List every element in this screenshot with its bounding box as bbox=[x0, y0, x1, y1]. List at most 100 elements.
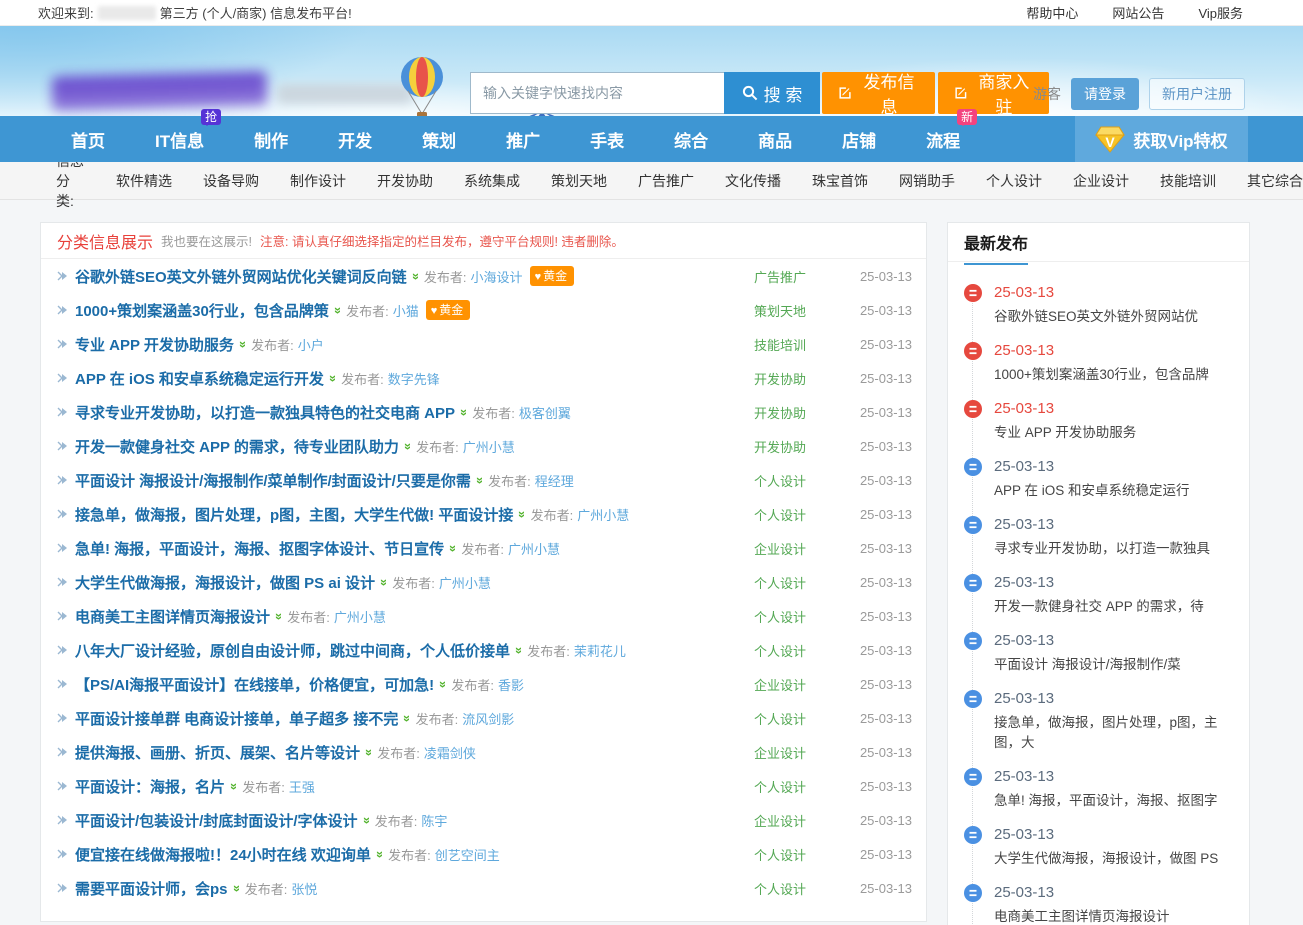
panel-subtitle-gray[interactable]: 我也要在这展示! bbox=[161, 231, 252, 250]
category-link[interactable]: 文化传播 bbox=[725, 171, 781, 191]
listing-category-link[interactable]: 技能培训 bbox=[754, 335, 826, 354]
publisher-name-link[interactable]: 小户 bbox=[298, 335, 324, 354]
publisher-name-link[interactable]: 创艺空间主 bbox=[435, 845, 500, 864]
listing-category-link[interactable]: 企业设计 bbox=[754, 743, 826, 762]
topbar-link-site-notice[interactable]: 网站公告 bbox=[1112, 3, 1164, 22]
category-link[interactable]: 其它综合 bbox=[1247, 171, 1303, 191]
publisher-name-link[interactable]: 广州小慧 bbox=[577, 505, 629, 524]
listing-title-link[interactable]: 提供海报、画册、折页、展架、名片等设计 bbox=[75, 742, 360, 763]
timeline-title-link[interactable]: 电商美工主图详情页海报设计 bbox=[994, 907, 1237, 925]
listing-category-link[interactable]: 广告推广 bbox=[754, 267, 826, 286]
nav-item-comprehensive[interactable]: 综合 bbox=[669, 127, 713, 152]
site-logo[interactable] bbox=[52, 72, 412, 114]
nav-item-development[interactable]: 开发 bbox=[333, 127, 377, 152]
listing-title-link[interactable]: 平面设计 海报设计/海报制作/菜单制作/封面设计/只要是你需 bbox=[75, 470, 471, 491]
listing-title-link[interactable]: 【PS/AI海报平面设计】在线接单，价格便宜，可加急! bbox=[75, 674, 434, 695]
listing-title-link[interactable]: 八年大厂设计经验，原创自由设计师，跳过中间商，个人低价接单 bbox=[75, 640, 510, 661]
listing-title-link[interactable]: 平面设计/包装设计/封底封面设计/字体设计 bbox=[75, 810, 358, 831]
timeline-title-link[interactable]: 1000+策划案涵盖30行业，包含品牌 bbox=[994, 365, 1237, 385]
timeline-title-link[interactable]: 急单! 海报，平面设计，海报、抠图字 bbox=[994, 791, 1237, 811]
listing-category-link[interactable]: 个人设计 bbox=[754, 777, 826, 796]
nav-item-watch[interactable]: 手表 bbox=[585, 127, 629, 152]
listing-title-link[interactable]: 谷歌外链SEO英文外链外贸网站优化关键词反向链 bbox=[75, 266, 407, 287]
category-link[interactable]: 广告推广 bbox=[638, 171, 694, 191]
login-button[interactable]: 请登录 bbox=[1071, 78, 1139, 110]
publisher-name-link[interactable]: 凌霜剑侠 bbox=[424, 743, 476, 762]
publisher-name-link[interactable]: 王强 bbox=[289, 777, 315, 796]
nav-item-home[interactable]: 首页 bbox=[66, 127, 110, 152]
listing-category-link[interactable]: 个人设计 bbox=[754, 641, 826, 660]
category-link[interactable]: 制作设计 bbox=[290, 171, 346, 191]
listing-title-link[interactable]: 接急单，做海报，图片处理，p图，主图，大学生代做! 平面设计接 bbox=[75, 504, 513, 525]
listing-title-link[interactable]: 1000+策划案涵盖30行业，包含品牌策 bbox=[75, 300, 329, 321]
publisher-name-link[interactable]: 小猫 bbox=[393, 301, 419, 320]
publisher-name-link[interactable]: 小海设计 bbox=[471, 267, 523, 286]
timeline-title-link[interactable]: 大学生代做海报，海报设计，做图 PS bbox=[994, 849, 1237, 869]
timeline-title-link[interactable]: 接急单，做海报，图片处理，p图，主图，大 bbox=[994, 713, 1237, 753]
publisher-name-link[interactable]: 茉莉花儿 bbox=[574, 641, 626, 660]
listing-category-link[interactable]: 策划天地 bbox=[754, 301, 826, 320]
register-button[interactable]: 新用户注册 bbox=[1149, 78, 1245, 110]
publisher-name-link[interactable]: 流风剑影 bbox=[462, 709, 514, 728]
nav-item-it-info[interactable]: IT信息抢 bbox=[150, 127, 209, 152]
timeline-title-link[interactable]: APP 在 iOS 和安卓系统稳定运行 bbox=[994, 481, 1237, 501]
listing-category-link[interactable]: 开发协助 bbox=[754, 403, 826, 422]
listing-category-link[interactable]: 企业设计 bbox=[754, 539, 826, 558]
listing-title-link[interactable]: 急单! 海报，平面设计，海报、抠图字体设计、节日宣传 bbox=[75, 538, 444, 559]
listing-category-link[interactable]: 开发协助 bbox=[754, 369, 826, 388]
topbar-link-help-center[interactable]: 帮助中心 bbox=[1026, 3, 1078, 22]
listing-title-link[interactable]: 需要平面设计师，会ps bbox=[75, 878, 228, 899]
publisher-name-link[interactable]: 香影 bbox=[498, 675, 524, 694]
listing-category-link[interactable]: 个人设计 bbox=[754, 505, 826, 524]
nav-item-process[interactable]: 流程新 bbox=[921, 127, 965, 152]
category-link[interactable]: 技能培训 bbox=[1160, 171, 1216, 191]
publisher-name-link[interactable]: 广州小慧 bbox=[334, 607, 386, 626]
publisher-name-link[interactable]: 张悦 bbox=[291, 879, 317, 898]
publisher-name-link[interactable]: 极客创翼 bbox=[519, 403, 571, 422]
category-link[interactable]: 系统集成 bbox=[464, 171, 520, 191]
timeline-title-link[interactable]: 寻求专业开发协助，以打造一款独具 bbox=[994, 539, 1237, 559]
publisher-name-link[interactable]: 广州小慧 bbox=[508, 539, 560, 558]
vip-privilege-button[interactable]: V 获取Vip特权 bbox=[1075, 116, 1248, 162]
category-link[interactable]: 策划天地 bbox=[551, 171, 607, 191]
category-link[interactable]: 个人设计 bbox=[986, 171, 1042, 191]
nav-item-production[interactable]: 制作 bbox=[249, 127, 293, 152]
listing-category-link[interactable]: 个人设计 bbox=[754, 845, 826, 864]
publisher-name-link[interactable]: 广州小慧 bbox=[439, 573, 491, 592]
nav-item-shop[interactable]: 店铺 bbox=[837, 127, 881, 152]
publisher-name-link[interactable]: 广州小慧 bbox=[463, 437, 515, 456]
listing-category-link[interactable]: 个人设计 bbox=[754, 879, 826, 898]
timeline-title-link[interactable]: 专业 APP 开发协助服务 bbox=[994, 423, 1237, 443]
listing-category-link[interactable]: 个人设计 bbox=[754, 573, 826, 592]
listing-title-link[interactable]: 平面设计：海报，名片 bbox=[75, 776, 225, 797]
listing-category-link[interactable]: 个人设计 bbox=[754, 709, 826, 728]
listing-title-link[interactable]: 开发一款健身社交 APP 的需求，待专业团队助力 bbox=[75, 436, 399, 457]
category-link[interactable]: 网销助手 bbox=[899, 171, 955, 191]
listing-title-link[interactable]: 大学生代做海报，海报设计，做图 PS ai 设计 bbox=[75, 572, 375, 593]
nav-item-planning[interactable]: 策划 bbox=[417, 127, 461, 152]
timeline-title-link[interactable]: 谷歌外链SEO英文外链外贸网站优 bbox=[994, 307, 1237, 327]
listing-category-link[interactable]: 个人设计 bbox=[754, 607, 826, 626]
search-input[interactable] bbox=[470, 72, 724, 114]
topbar-link-vip-service[interactable]: Vip服务 bbox=[1198, 3, 1243, 22]
category-link[interactable]: 开发协助 bbox=[377, 171, 433, 191]
timeline-title-link[interactable]: 平面设计 海报设计/海报制作/菜 bbox=[994, 655, 1237, 675]
nav-item-goods[interactable]: 商品 bbox=[753, 127, 797, 152]
timeline-title-link[interactable]: 开发一款健身社交 APP 的需求，待 bbox=[994, 597, 1237, 617]
listing-title-link[interactable]: 平面设计接单群 电商设计接单，单子超多 接不完 bbox=[75, 708, 398, 729]
nav-item-promotion[interactable]: 推广 bbox=[501, 127, 545, 152]
search-button[interactable]: 搜 索 bbox=[724, 72, 820, 114]
publish-info-button[interactable]: 发布信息 bbox=[822, 72, 935, 114]
listing-category-link[interactable]: 企业设计 bbox=[754, 811, 826, 830]
listing-title-link[interactable]: 便宜接在线做海报啦!！24小时在线 欢迎询单 bbox=[75, 844, 371, 865]
publisher-name-link[interactable]: 数字先锋 bbox=[388, 369, 440, 388]
listing-title-link[interactable]: APP 在 iOS 和安卓系统稳定运行开发 bbox=[75, 368, 324, 389]
listing-category-link[interactable]: 开发协助 bbox=[754, 437, 826, 456]
publisher-name-link[interactable]: 陈宇 bbox=[421, 811, 447, 830]
listing-title-link[interactable]: 专业 APP 开发协助服务 bbox=[75, 334, 234, 355]
listing-category-link[interactable]: 个人设计 bbox=[754, 471, 826, 490]
publisher-name-link[interactable]: 程经理 bbox=[535, 471, 574, 490]
listing-title-link[interactable]: 寻求专业开发协助，以打造一款独具特色的社交电商 APP bbox=[75, 402, 455, 423]
category-link[interactable]: 珠宝首饰 bbox=[812, 171, 868, 191]
category-link[interactable]: 软件精选 bbox=[116, 171, 172, 191]
